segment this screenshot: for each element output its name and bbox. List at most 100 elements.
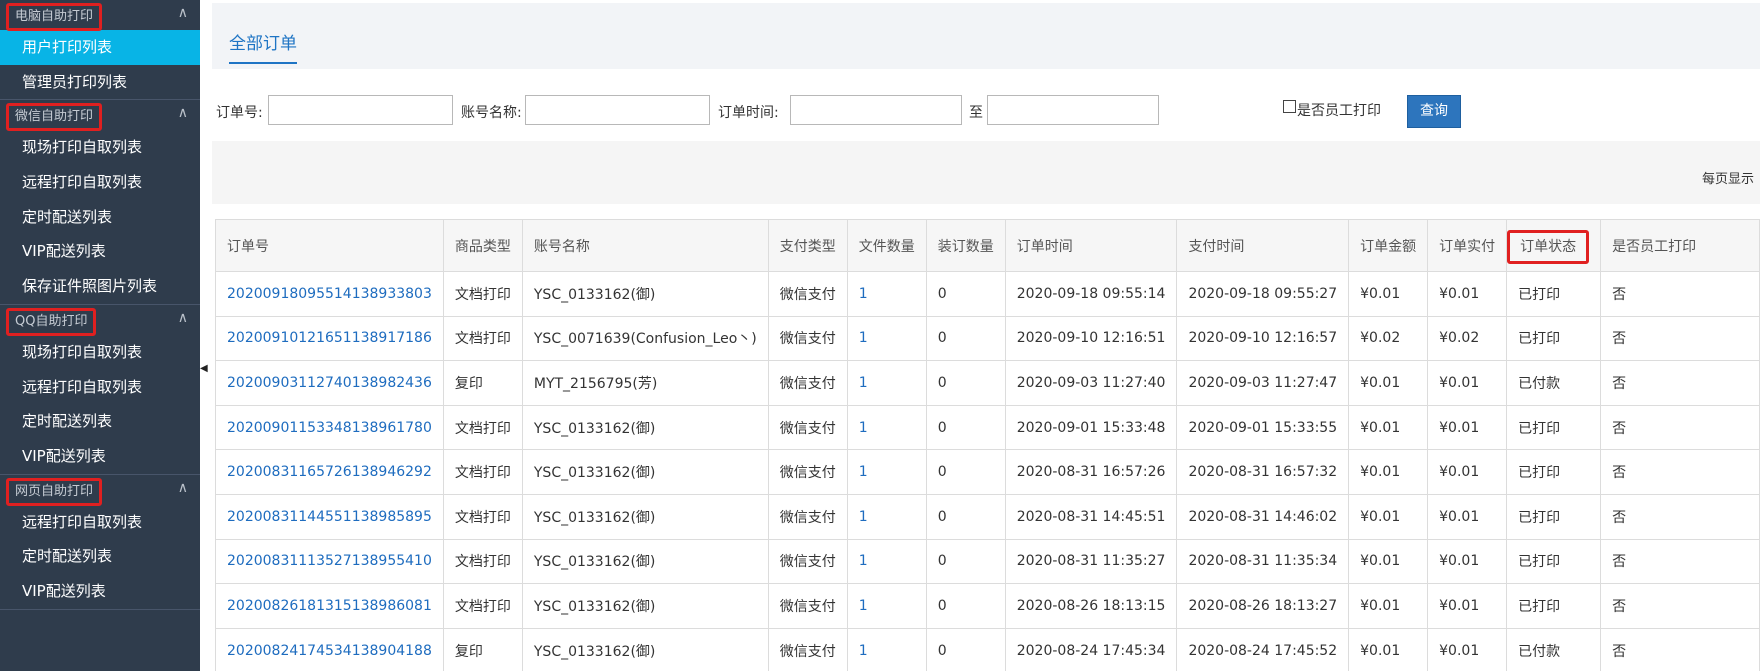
- file-count-link[interactable]: 1: [846, 583, 927, 629]
- sidebar-item[interactable]: 现场打印自取列表: [0, 335, 200, 370]
- order-no-label: 订单号:: [216, 105, 263, 121]
- column-header[interactable]: 文件数量: [846, 219, 927, 272]
- column-header[interactable]: 订单实付: [1427, 219, 1508, 272]
- employee-print-checkbox[interactable]: [1283, 100, 1296, 113]
- binding-count-cell: 0: [925, 583, 1006, 629]
- column-header[interactable]: 账号名称: [521, 219, 769, 272]
- order-number-link[interactable]: 20200831165726138946292: [215, 449, 444, 495]
- tab-all-orders[interactable]: 全部订单: [229, 29, 297, 64]
- sidebar-item[interactable]: 保存证件照图片列表: [0, 269, 200, 304]
- per-page-label[interactable]: 每页显示: [1702, 168, 1754, 187]
- payment-time-cell: 2020-09-10 12:16:57: [1176, 315, 1350, 362]
- order-amount-cell: ¥0.01: [1348, 360, 1429, 406]
- sidebar-item[interactable]: VIP配送列表: [0, 439, 200, 474]
- column-header[interactable]: 订单状态: [1506, 219, 1602, 272]
- order-amount-cell: ¥0.01: [1348, 493, 1429, 540]
- order-number-link[interactable]: 20200910121651138917186: [215, 315, 444, 362]
- sidebar-item[interactable]: 远程打印自取列表: [0, 165, 200, 200]
- order-number-link[interactable]: 20200903112740138982436: [215, 360, 444, 406]
- order-time-cell: 2020-08-24 17:45:34: [1004, 627, 1178, 671]
- file-count-link[interactable]: 1: [846, 493, 927, 540]
- sidebar: 电脑自助打印 ∧ 用户打印列表 管理员打印列表 微信自助打印 ∧ 现场打印自取列表 远程打印自…: [0, 0, 200, 671]
- binding-count-cell: 0: [925, 449, 1006, 495]
- chevron-up-icon[interactable]: ∧: [178, 5, 188, 21]
- account-name-cell: MYT_2156795(芳): [521, 360, 769, 406]
- binding-count-cell: 0: [925, 271, 1006, 317]
- query-button[interactable]: 查询: [1407, 95, 1461, 128]
- paid-amount-cell: ¥0.01: [1427, 538, 1508, 585]
- table-row[interactable]: 20200826181315138986081 文档打印 YSC_0133162(御…: [215, 583, 1760, 629]
- table-row[interactable]: 20200910121651138917186 文档打印 YSC_0071639(C…: [215, 315, 1760, 362]
- file-count-link[interactable]: 1: [846, 315, 927, 362]
- sidebar-item[interactable]: 远程打印自取列表: [0, 370, 200, 405]
- paid-amount-cell: ¥0.01: [1427, 404, 1508, 451]
- sidebar-item[interactable]: VIP配送列表: [0, 234, 200, 269]
- order-number-link[interactable]: 20200901153348138961780: [215, 404, 444, 451]
- product-type-cell: 文档打印: [442, 271, 523, 317]
- order-no-input[interactable]: [268, 95, 453, 125]
- sidebar-item[interactable]: VIP配送列表: [0, 574, 200, 609]
- product-type-cell: 文档打印: [442, 538, 523, 585]
- sidebar-item[interactable]: 管理员打印列表: [0, 65, 200, 100]
- column-header[interactable]: 支付时间: [1176, 219, 1350, 272]
- order-number-link[interactable]: 20200824174534138904188: [215, 627, 444, 671]
- column-header[interactable]: 装订数量: [925, 219, 1006, 272]
- paid-amount-cell: ¥0.01: [1427, 360, 1508, 406]
- table-row[interactable]: 20200831113527138955410 文档打印 YSC_0133162(御…: [215, 538, 1760, 585]
- payment-type-cell: 微信支付: [767, 449, 848, 495]
- file-count-link[interactable]: 1: [846, 449, 927, 495]
- order-time-label: 订单时间:: [718, 105, 779, 121]
- order-number-link[interactable]: 20200831144551138985895: [215, 493, 444, 540]
- account-name-input[interactable]: [525, 95, 710, 125]
- sidebar-item[interactable]: 用户打印列表: [0, 30, 200, 65]
- order-amount-cell: ¥0.02: [1348, 315, 1429, 362]
- order-number-link[interactable]: 20200831113527138955410: [215, 538, 444, 585]
- column-header[interactable]: 订单金额: [1348, 219, 1429, 272]
- sidebar-group-header[interactable]: 电脑自助打印 ∧: [0, 0, 200, 31]
- table-row[interactable]: 20200918095514138933803 文档打印 YSC_0133162(御…: [215, 271, 1760, 317]
- account-name-cell: YSC_0133162(御): [521, 493, 769, 540]
- column-header-label: 订单实付: [1439, 238, 1496, 255]
- sidebar-group-header[interactable]: 微信自助打印 ∧: [0, 100, 200, 132]
- column-header-label: 订单状态: [1507, 229, 1590, 264]
- sidebar-item[interactable]: 现场打印自取列表: [0, 130, 200, 165]
- file-count-link[interactable]: 1: [846, 271, 927, 317]
- order-time-from-input[interactable]: [790, 95, 962, 125]
- product-type-cell: 复印: [442, 360, 523, 406]
- table-row[interactable]: 20200824174534138904188 复印 YSC_0133162(御) 微…: [215, 627, 1760, 671]
- sidebar-item[interactable]: 定时配送列表: [0, 200, 200, 235]
- collapse-sidebar-icon[interactable]: ◀: [200, 362, 210, 376]
- column-header-label: 订单号: [227, 238, 269, 255]
- sidebar-item[interactable]: 远程打印自取列表: [0, 505, 200, 540]
- binding-count-cell: 0: [925, 493, 1006, 540]
- chevron-up-icon[interactable]: ∧: [178, 480, 188, 496]
- chevron-up-icon[interactable]: ∧: [178, 105, 188, 121]
- column-header[interactable]: 支付类型: [767, 219, 848, 272]
- table-row[interactable]: 20200903112740138982436 复印 MYT_2156795(芳) 微…: [215, 360, 1760, 406]
- order-number-link[interactable]: 20200826181315138986081: [215, 583, 444, 629]
- employee-print-cell: 否: [1600, 360, 1760, 406]
- sidebar-group-header[interactable]: QQ自助打印 ∧: [0, 305, 200, 336]
- table-row[interactable]: 20200831165726138946292 文档打印 YSC_0133162(御…: [215, 449, 1760, 495]
- product-type-cell: 文档打印: [442, 315, 523, 362]
- sidebar-item[interactable]: 定时配送列表: [0, 539, 200, 574]
- sidebar-group-header[interactable]: 网页自助打印 ∧: [0, 475, 200, 506]
- account-name-label: 账号名称:: [461, 105, 522, 121]
- file-count-link[interactable]: 1: [846, 360, 927, 406]
- sidebar-divider: [0, 608, 200, 610]
- column-header[interactable]: 订单号: [215, 219, 444, 272]
- chevron-up-icon[interactable]: ∧: [178, 310, 188, 326]
- sidebar-item[interactable]: 定时配送列表: [0, 404, 200, 439]
- column-header[interactable]: 是否员工打印: [1600, 219, 1760, 272]
- file-count-link[interactable]: 1: [846, 538, 927, 585]
- order-time-to-input[interactable]: [987, 95, 1159, 125]
- column-header[interactable]: 商品类型: [442, 219, 523, 272]
- payment-time-cell: 2020-08-26 18:13:27: [1176, 583, 1350, 629]
- file-count-link[interactable]: 1: [846, 404, 927, 451]
- file-count-link[interactable]: 1: [846, 627, 927, 671]
- table-row[interactable]: 20200831144551138985895 文档打印 YSC_0133162(御…: [215, 493, 1760, 540]
- order-status-cell: 已打印: [1506, 583, 1602, 629]
- table-row[interactable]: 20200901153348138961780 文档打印 YSC_0133162(御…: [215, 404, 1760, 451]
- order-number-link[interactable]: 20200918095514138933803: [215, 271, 444, 317]
- column-header[interactable]: 订单时间: [1004, 219, 1178, 272]
